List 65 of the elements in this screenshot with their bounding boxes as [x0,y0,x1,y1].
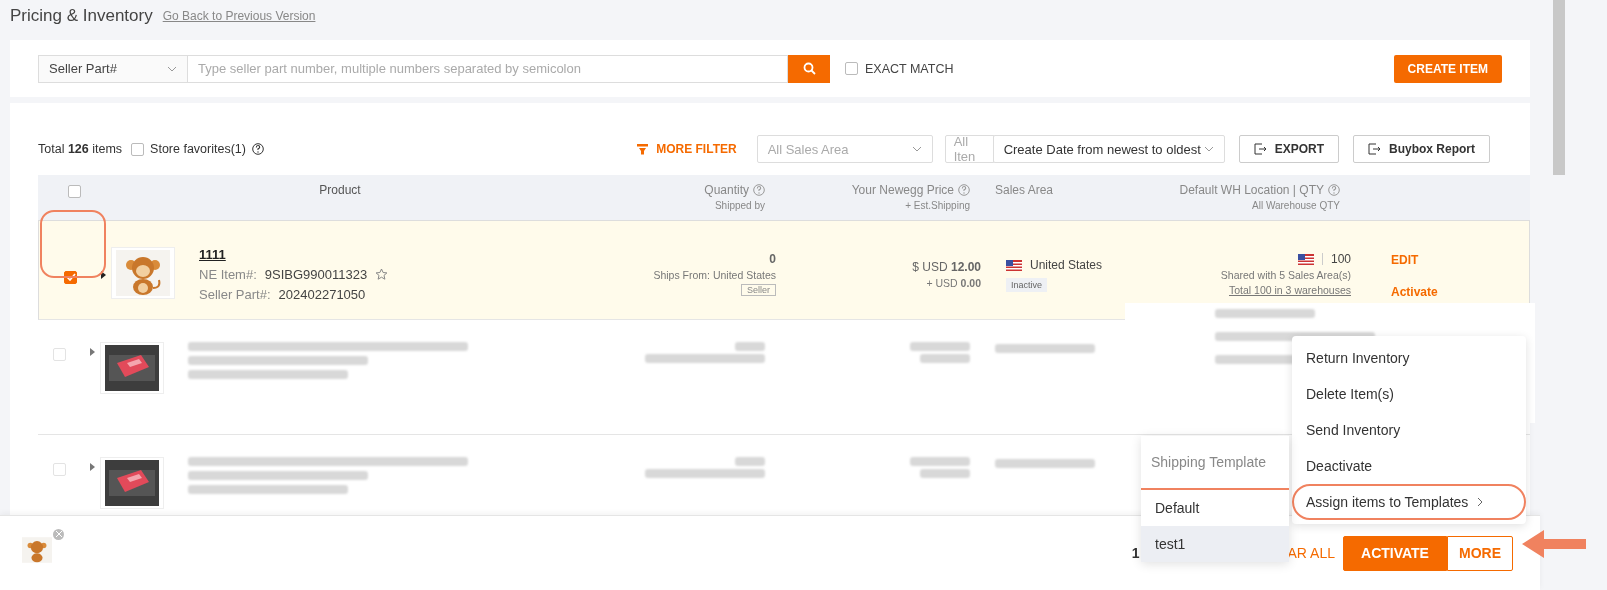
export-button[interactable]: EXPORT [1238,135,1339,163]
quantity-value: 0 [769,252,776,266]
sort-dropdown[interactable]: Create Date from newest to oldest [992,135,1225,163]
blurred-text [735,457,765,466]
column-subheader: + Est.Shipping [905,200,970,211]
total-items: Total 126 items [38,142,123,156]
export-icon [1368,143,1381,155]
column-header: Quantity [704,183,749,197]
submenu-item[interactable]: test1 [1141,526,1289,562]
search-button[interactable] [788,54,830,83]
expand-icon[interactable] [101,270,106,279]
column-header: Your Newegg Price [851,183,954,197]
select-all-checkbox[interactable] [67,185,81,198]
sales-area-name: United States [1030,258,1103,272]
shipped-by-tag: Seller [741,284,776,296]
seller-part-label: Seller Part#: [199,286,271,302]
blurred-text [735,342,765,351]
exact-match-label: EXACT MATCH [865,61,954,76]
store-favorites-checkbox[interactable] [131,142,145,156]
filter-icon [637,143,649,155]
blurred-text [920,469,970,478]
blurred-text [920,354,970,363]
product-name-link[interactable]: 1111 [199,246,389,262]
shared-text: Shared with 5 Sales Area(s) [1220,269,1351,281]
submenu-title: Shipping Template [1141,436,1289,490]
export-icon [1253,143,1267,155]
column-subheader: Shipped by [714,200,765,211]
scrollbar[interactable] [1553,0,1565,175]
ne-item-number: 9SIBG990011323 [264,266,368,282]
help-icon [251,143,264,155]
blurred-text [910,457,970,466]
seller-part-number: 202402271050 [278,286,366,302]
warehouses-link[interactable]: Total 100 in 3 warehouses [1229,284,1351,296]
store-favorites-label: Store favorites(1) [150,142,246,156]
column-subheader: All Warehouse QTY [1252,200,1340,211]
column-header: Default WH Location | QTY [1179,183,1324,197]
ne-item-label: NE Item#: [199,266,257,282]
search-field[interactable]: Type seller part number, multiple numbers separated by semicolon [188,54,788,83]
status-tag: Inactive [1006,278,1048,292]
exact-match-checkbox[interactable] [845,62,858,75]
search-icon [802,62,816,75]
flag-icon [1297,253,1314,265]
blurred-text [910,342,970,351]
remove-icon[interactable] [53,528,64,540]
menu-item[interactable]: Delete Item(s) [1292,376,1526,412]
menu-item[interactable]: Assign items to Templates [1292,484,1526,520]
shipping-value: + USD 0.00 [926,276,981,289]
star-icon[interactable] [375,267,389,281]
chevron-icon [167,65,177,72]
page-title: Pricing & Inventory [10,6,153,26]
warehouse-qty: 100 [1330,252,1351,266]
flag-icon [1006,259,1022,271]
selected-count: 1 [1131,545,1140,561]
price-value: $ USD 12.00 [912,259,981,274]
menu-item[interactable]: Return Inventory [1292,340,1526,376]
column-header: Sales Area [995,183,1054,197]
chevron-icon [911,146,922,152]
chevron-icon [1203,146,1214,152]
submenu-item[interactable]: Default [1141,490,1289,526]
buybox-report-button[interactable]: Buybox Report [1353,135,1490,163]
menu-item[interactable]: Deactivate [1292,448,1526,484]
field-select[interactable]: Seller Part# [38,54,188,83]
column-header: Product [319,183,361,197]
ships-from-text: Ships From: United States [653,269,776,281]
menu-item[interactable]: Send Inventory [1292,412,1526,448]
